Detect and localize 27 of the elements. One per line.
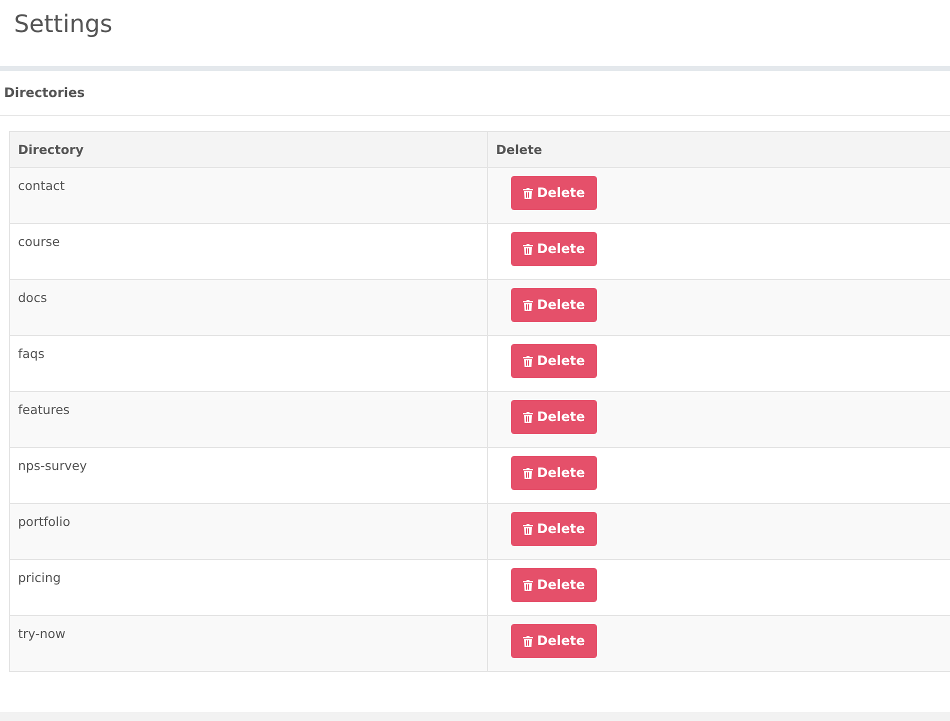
table-cell: try-now xyxy=(10,616,488,672)
table-cell: contact xyxy=(10,168,488,224)
trash-icon xyxy=(523,244,533,254)
panel-heading: Directories xyxy=(4,86,85,100)
trash-icon xyxy=(523,580,533,590)
delete-button[interactable]: Delete xyxy=(511,232,597,266)
table-cell: docs xyxy=(10,280,488,336)
trash-icon xyxy=(523,412,533,422)
delete-button[interactable]: Delete xyxy=(511,288,597,322)
trash-icon xyxy=(523,300,533,310)
delete-button[interactable]: Delete xyxy=(511,512,597,546)
delete-button[interactable]: Delete xyxy=(511,456,597,490)
trash-icon xyxy=(523,468,533,478)
trash-icon xyxy=(523,636,533,646)
column-header: Delete xyxy=(488,132,950,168)
delete-button[interactable]: Delete xyxy=(511,344,597,378)
page-title: Settings xyxy=(13,9,114,40)
table-cell: features xyxy=(10,392,488,448)
table-cell: portfolio xyxy=(10,504,488,560)
trash-icon xyxy=(523,356,533,366)
delete-button[interactable]: Delete xyxy=(511,624,597,658)
column-header: Directory xyxy=(10,132,488,168)
delete-button[interactable]: Delete xyxy=(511,176,597,210)
trash-icon xyxy=(523,188,533,198)
delete-button[interactable]: Delete xyxy=(511,568,597,602)
trash-icon xyxy=(523,524,533,534)
delete-button[interactable]: Delete xyxy=(511,400,597,434)
